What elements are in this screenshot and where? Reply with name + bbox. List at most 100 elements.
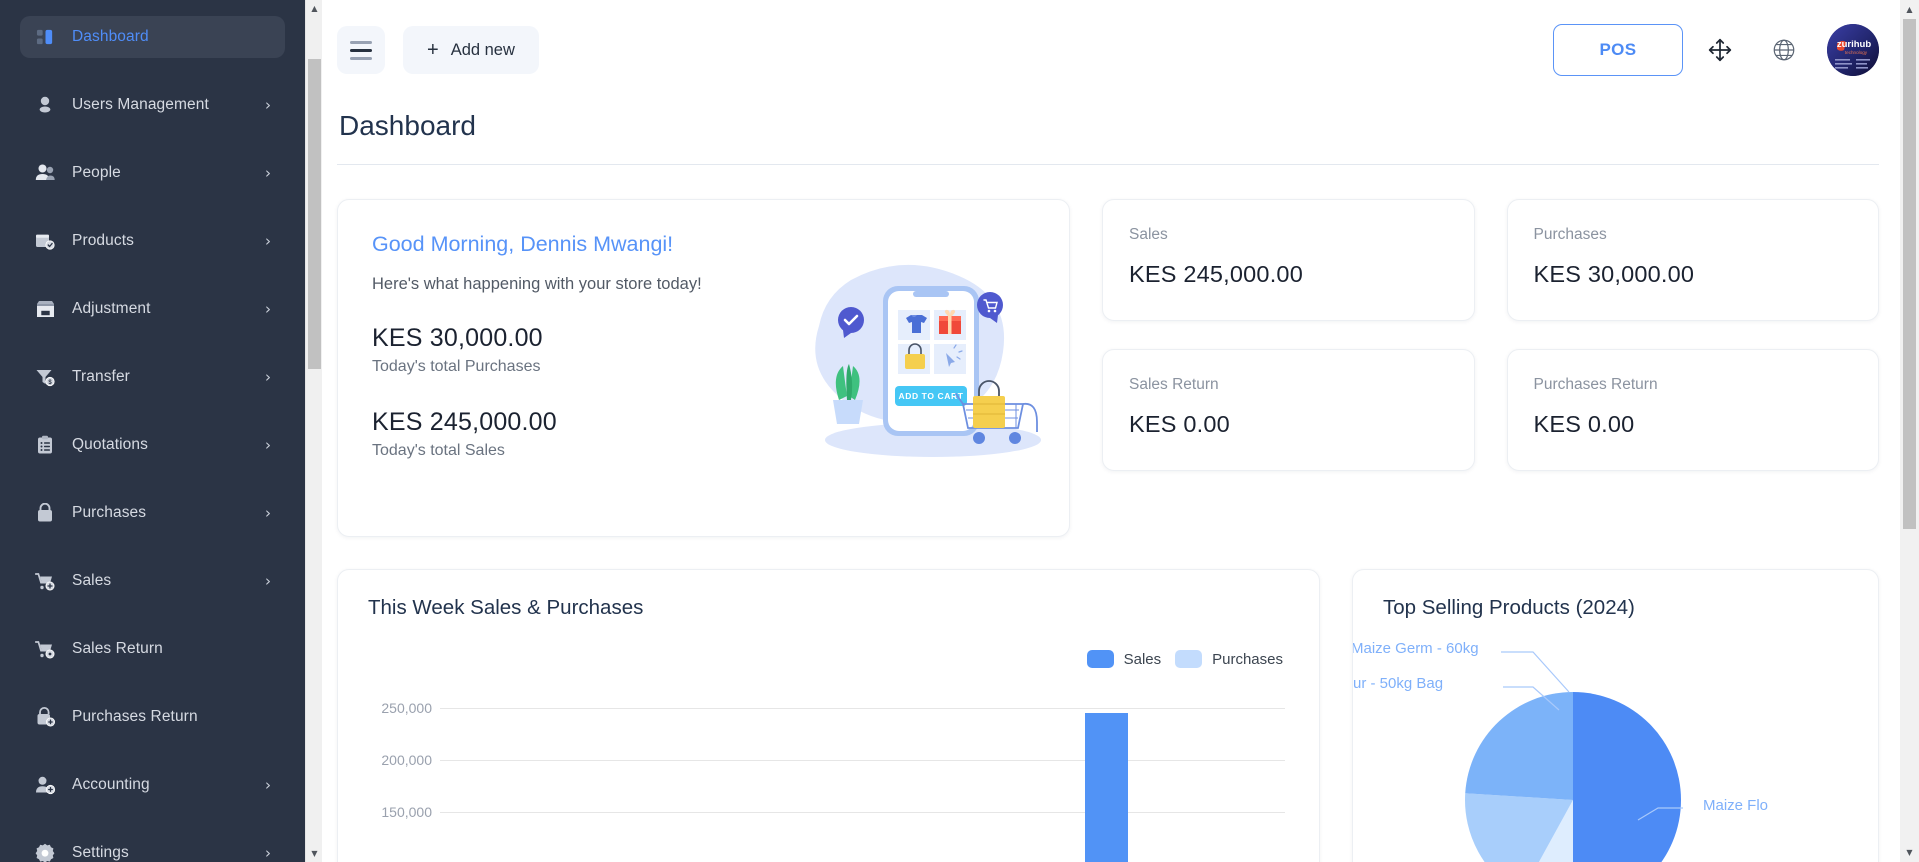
page-scrollbar[interactable]: ▲ ▼	[1900, 0, 1919, 862]
avatar[interactable]: zurihub technology	[1827, 24, 1879, 76]
pos-button[interactable]: POS	[1553, 24, 1683, 76]
sidebar-scroll-up-icon[interactable]: ▲	[306, 0, 323, 17]
hamburger-line-bottom	[350, 56, 372, 60]
chevron-right-icon: ›	[265, 163, 271, 182]
hamburger-icon[interactable]	[337, 26, 385, 74]
box-check-icon	[34, 230, 56, 252]
user-circle-icon	[34, 94, 56, 116]
svg-text:ADD TO CART: ADD TO CART	[899, 391, 964, 401]
sidebar-item-people[interactable]: People ›	[20, 152, 285, 194]
sidebar-scrollbar[interactable]: ▲ ▼	[305, 0, 322, 862]
bar-sales-sat[interactable]	[1085, 713, 1129, 862]
sidebar-item-label: Users Management	[72, 96, 209, 113]
arrows-move-icon[interactable]	[1693, 23, 1747, 77]
topbar-right-filler	[1888, 0, 1900, 100]
page-scroll-down-icon[interactable]: ▼	[1900, 843, 1919, 862]
chevron-right-icon: ›	[265, 843, 271, 862]
greeting-card: Good Morning, Dennis Mwangi! Here's what…	[337, 199, 1070, 537]
top-selling-products-chart-card: Top Selling Products (2024) Maize Germ -…	[1352, 569, 1879, 862]
page-scroll-thumb[interactable]	[1903, 19, 1916, 529]
gear-icon	[34, 842, 56, 862]
legend-label-sales: Sales	[1123, 650, 1162, 668]
ecommerce-shopping-illustration: ADD TO CART	[803, 258, 1063, 478]
sidebar: Dashboard›Users Management›People›Produc…	[0, 0, 305, 862]
sidebar-item-label: Products	[72, 232, 134, 249]
sidebar-item-purchases-return[interactable]: Purchases Return›	[20, 696, 285, 738]
sidebar-scroll-thumb[interactable]	[308, 59, 321, 369]
sidebar-item-users-management[interactable]: Users Management ›	[20, 84, 285, 126]
sidebar-item-adjustment[interactable]: Adjustment ›	[20, 288, 285, 330]
stat-label: Sales	[1129, 226, 1168, 243]
cart-return-icon	[34, 638, 56, 660]
sidebar-item-settings[interactable]: Settings ›	[20, 832, 285, 862]
sidebar-item-products[interactable]: Products ›	[20, 220, 285, 262]
page-content: Dashboard Good Morning, Dennis Mwangi! H…	[305, 100, 1919, 862]
bar-chart-legend: Sales Purchases	[368, 650, 1283, 668]
stat-label: Purchases Return	[1533, 376, 1658, 393]
add-new-label: Add new	[450, 40, 515, 59]
chevron-right-icon: ›	[265, 775, 271, 794]
hamburger-line-top	[350, 40, 372, 44]
chevron-right-icon: ›	[265, 503, 271, 522]
grid-line	[440, 760, 1285, 761]
legend-swatch-purchases	[1175, 650, 1203, 668]
grid-line	[440, 812, 1285, 813]
globe-icon[interactable]	[1757, 23, 1811, 77]
sidebar-item-label: Adjustment	[72, 300, 151, 317]
sidebar-item-purchases[interactable]: Purchases ›	[20, 492, 285, 534]
page-title: Dashboard	[339, 110, 476, 141]
pie-chart-title: Top Selling Products (2024)	[1383, 596, 1635, 619]
legend-item-purchases[interactable]: Purchases	[1175, 650, 1283, 668]
pie-slice-3[interactable]	[1465, 692, 1573, 800]
stat-label: Sales Return	[1129, 376, 1219, 393]
grid-line	[440, 708, 1285, 709]
pie-slice-0[interactable]	[1573, 692, 1681, 862]
sidebar-item-quotations[interactable]: Quotations ›	[20, 424, 285, 466]
chevron-right-icon: ›	[265, 231, 271, 250]
weekly-sales-purchases-chart-card: This Week Sales & Purchases Sales Purcha…	[337, 569, 1320, 862]
y-axis-tick: 150,000	[381, 804, 432, 820]
user-plus-icon	[34, 774, 56, 796]
pie-label-flour-50kg: ur - 50kg Bag	[1353, 675, 1444, 692]
page-scroll-up-icon[interactable]: ▲	[1900, 0, 1919, 19]
greeting-headline: Good Morning, Dennis Mwangi!	[372, 232, 674, 256]
sidebar-item-label: Quotations	[72, 436, 148, 453]
chevron-right-icon: ›	[265, 435, 271, 454]
clipboard-list-icon	[34, 434, 56, 456]
main-area: + Add new POS zurihub technology Dashboa…	[305, 0, 1919, 862]
sidebar-item-sales[interactable]: Sales ›	[20, 560, 285, 602]
charts-row: This Week Sales & Purchases Sales Purcha…	[337, 569, 1879, 862]
stat-label: Purchases	[1533, 226, 1607, 243]
bag-icon	[34, 502, 56, 524]
sidebar-item-label: Settings	[72, 844, 129, 861]
sidebar-item-transfer[interactable]: $ Transfer ›	[20, 356, 285, 398]
chevron-right-icon: ›	[265, 95, 271, 114]
top-bar-actions: POS zurihub technology	[1553, 23, 1879, 77]
sidebar-item-sales-return[interactable]: Sales Return›	[20, 628, 285, 670]
sidebar-scroll-down-icon[interactable]: ▼	[306, 845, 323, 862]
summary-row: Good Morning, Dennis Mwangi! Here's what…	[337, 199, 1879, 537]
y-axis-tick: 250,000	[381, 700, 432, 716]
sidebar-item-label: Sales Return	[72, 640, 163, 657]
add-new-button[interactable]: + Add new	[403, 26, 539, 74]
pie-label-maize-germ: Maize Germ - 60kg	[1352, 640, 1479, 657]
legend-item-sales[interactable]: Sales	[1086, 650, 1162, 668]
sidebar-item-dashboard[interactable]: Dashboard›	[20, 16, 285, 58]
stat-card-purchases-return: Purchases Return KES 0.00	[1506, 349, 1879, 471]
sidebar-item-accounting[interactable]: Accounting ›	[20, 764, 285, 806]
sidebar-nav: Dashboard›Users Management›People›Produc…	[0, 0, 305, 862]
sidebar-item-label: Purchases	[72, 504, 147, 521]
stat-cards: Sales KES 245,000.00 Purchases KES 30,000.0…	[1102, 199, 1879, 471]
dashboard-icon	[34, 26, 56, 48]
svg-text:technology: technology	[1845, 50, 1868, 55]
sidebar-item-label: Accounting	[72, 776, 150, 793]
funnel-dollar-icon: $	[34, 366, 56, 388]
chevron-right-icon: ›	[265, 367, 271, 386]
legend-label-purchases: Purchases	[1212, 650, 1283, 668]
stat-value: KES 245,000.00	[1129, 261, 1303, 287]
cart-plus-icon	[34, 570, 56, 592]
app-root: Dashboard›Users Management›People›Produc…	[0, 0, 1919, 862]
svg-text:zurihub: zurihub	[1837, 39, 1871, 50]
bag-return-icon	[34, 706, 56, 728]
pie-label-maize-flour: Maize Flo	[1703, 797, 1769, 814]
